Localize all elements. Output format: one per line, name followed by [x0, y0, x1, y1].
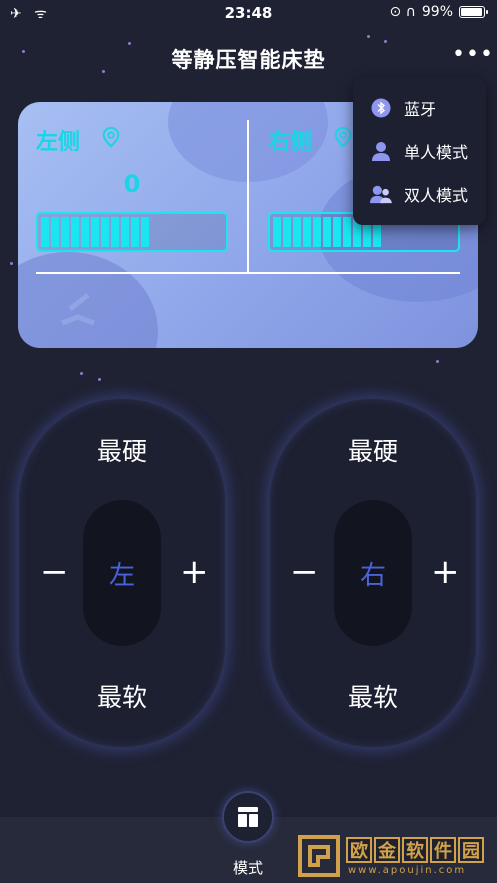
right-center-knob: 右	[334, 500, 412, 646]
left-minus-button[interactable]: −	[40, 555, 69, 589]
right-hardest-button[interactable]: 最硬	[269, 432, 477, 468]
star-dot	[98, 378, 101, 381]
level-segment	[303, 217, 311, 247]
star-dot	[80, 372, 83, 375]
decor-glyph-icon	[61, 293, 95, 326]
menu-item-double-mode[interactable]: 双人模式	[353, 172, 486, 216]
page-title: 等静压智能床垫	[171, 48, 326, 72]
dropdown-menu: 蓝牙 单人模式 双人模式	[353, 78, 486, 225]
right-plus-button[interactable]: +	[431, 555, 460, 589]
level-segment	[313, 217, 321, 247]
right-minus-button[interactable]: −	[290, 555, 319, 589]
level-segment	[131, 217, 139, 247]
watermark-char: 件	[430, 837, 456, 863]
level-segment	[71, 217, 79, 247]
watermark: 欧 金 软 件 园 www.apoujin.com	[298, 835, 488, 881]
battery-icon	[459, 6, 488, 18]
layout-icon	[238, 807, 258, 827]
single-person-icon	[370, 140, 392, 162]
level-segment	[333, 217, 341, 247]
menu-item-bluetooth[interactable]: 蓝牙	[353, 86, 486, 130]
level-segment	[111, 217, 119, 247]
watermark-char: 金	[374, 837, 400, 863]
double-person-icon	[370, 183, 392, 205]
status-right: ⊙ ∩ 99%	[389, 4, 488, 20]
star-dot	[436, 360, 439, 363]
left-hardest-button[interactable]: 最硬	[18, 432, 226, 468]
location-pin-icon	[102, 126, 120, 148]
status-right-icons: ⊙ ∩	[389, 4, 416, 20]
watermark-url: www.apoujin.com	[348, 865, 467, 876]
battery-percent: 99%	[421, 4, 453, 20]
mode-label: 模式	[232, 859, 263, 877]
status-bar: ✈ ᯤ 23:48 ⊙ ∩ 99%	[0, 0, 497, 28]
star-dot	[367, 35, 370, 38]
menu-item-single-mode[interactable]: 单人模式	[353, 129, 486, 173]
bottom-divider	[36, 272, 460, 274]
level-segment	[41, 217, 49, 247]
mode-button[interactable]	[222, 791, 274, 843]
watermark-char: 园	[458, 837, 484, 863]
left-center-knob: 左	[83, 500, 161, 646]
level-segment	[81, 217, 89, 247]
level-segment	[91, 217, 99, 247]
left-value: 0	[123, 170, 141, 198]
level-segment	[51, 217, 59, 247]
watermark-title: 欧 金 软 件 园	[346, 837, 484, 863]
left-softest-button[interactable]: 最软	[18, 678, 226, 714]
level-segment	[61, 217, 69, 247]
star-dot	[384, 40, 387, 43]
watermark-char: 软	[402, 837, 428, 863]
watermark-char: 欧	[346, 837, 372, 863]
more-menu-button[interactable]: •••	[452, 44, 494, 66]
level-segment	[343, 217, 351, 247]
menu-item-label: 蓝牙	[404, 100, 437, 119]
right-softest-button[interactable]: 最软	[269, 678, 477, 714]
left-plus-button[interactable]: +	[180, 555, 209, 589]
level-segment	[283, 217, 291, 247]
level-segment	[121, 217, 129, 247]
left-level-bar	[36, 212, 228, 252]
bluetooth-icon	[370, 97, 392, 119]
level-segment	[101, 217, 109, 247]
star-dot	[10, 262, 13, 265]
level-segment	[141, 217, 149, 247]
watermark-logo-icon	[298, 835, 340, 877]
right-side-label: 右侧	[268, 130, 313, 155]
level-segment	[323, 217, 331, 247]
level-segment	[293, 217, 301, 247]
level-segment	[273, 217, 281, 247]
center-divider	[247, 120, 249, 272]
left-side-label: 左侧	[36, 130, 81, 155]
menu-item-label: 单人模式	[404, 143, 469, 162]
menu-item-label: 双人模式	[404, 186, 469, 205]
location-pin-icon	[334, 126, 352, 148]
